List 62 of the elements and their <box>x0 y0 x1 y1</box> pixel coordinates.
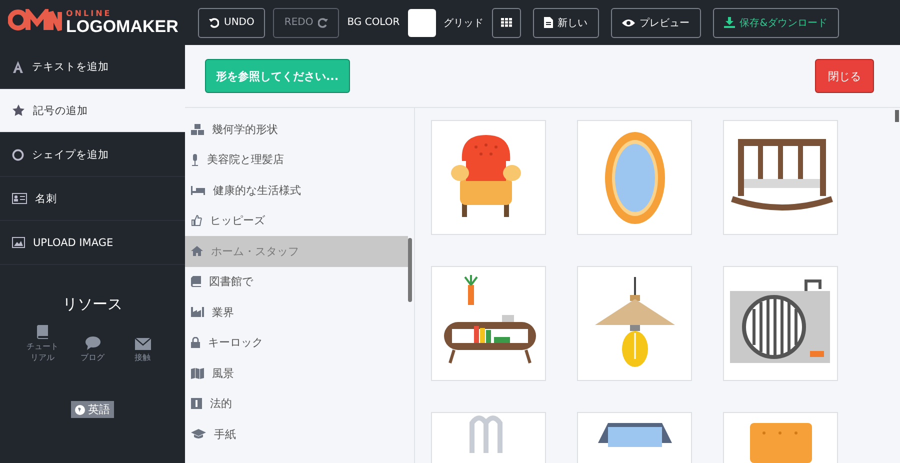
lock-icon <box>191 337 200 348</box>
house-icon <box>191 246 203 256</box>
star-icon <box>12 104 25 117</box>
category-item[interactable]: キーロック <box>185 328 414 358</box>
radiator-drawing <box>470 416 502 456</box>
undo-icon <box>209 18 219 28</box>
category-item[interactable]: 美容院と理髪店 <box>185 144 414 175</box>
download-icon <box>724 17 735 28</box>
grid-icon <box>500 18 512 27</box>
scrollbar-thumb[interactable] <box>895 110 899 122</box>
id-card-icon <box>12 193 27 204</box>
eye-icon <box>622 18 635 26</box>
sidebar-item[interactable]: 記号の追加 <box>0 89 185 133</box>
map-icon <box>191 368 204 379</box>
graduation-cap-icon <box>191 429 206 440</box>
category-item[interactable]: 風景 <box>185 358 414 388</box>
shape-tile[interactable] <box>577 266 692 381</box>
shape-tile[interactable] <box>723 120 838 235</box>
cushion-drawing <box>750 423 812 463</box>
image-icon <box>12 237 25 248</box>
category-item[interactable]: 法的 <box>185 388 414 419</box>
category-item[interactable]: 業界 <box>185 297 414 328</box>
category-item[interactable]: 図書館で <box>185 266 414 297</box>
preview-button[interactable]: プレビュー <box>610 8 701 38</box>
book-icon <box>191 276 201 288</box>
grid-toggle-button[interactable] <box>492 8 521 38</box>
thumbs-up-icon <box>191 215 202 226</box>
shape-tile[interactable] <box>431 266 546 381</box>
color-swatch[interactable] <box>408 8 436 36</box>
speech-bubble-icon <box>84 336 100 350</box>
save-download-button[interactable]: 保存&ダウンロード <box>712 8 839 38</box>
bg-color-label: BG COLOR <box>347 17 400 28</box>
language-button[interactable]: 英語 <box>71 401 114 418</box>
circle-icon <box>12 148 24 160</box>
logo-tagline: ONLINE <box>66 10 113 18</box>
document-icon <box>544 17 553 28</box>
grid-label: グリッド <box>444 16 484 30</box>
shape-tile[interactable] <box>431 120 546 235</box>
scrollbar-thumb[interactable] <box>408 238 412 302</box>
new-button[interactable]: 新しい <box>532 8 599 38</box>
category-item[interactable]: ヒッピーズ <box>185 206 414 236</box>
undo-button[interactable]: UNDO <box>198 8 266 38</box>
logo-wordmark: LOGOMAKER <box>66 18 178 35</box>
category-item[interactable]: 幾何学的形状 <box>185 114 414 144</box>
mail-icon <box>134 338 150 350</box>
shape-tile[interactable] <box>723 266 838 381</box>
factory-icon <box>191 307 204 318</box>
shape-tile[interactable] <box>577 120 692 235</box>
microphone-icon <box>191 154 199 166</box>
book-icon <box>36 324 49 339</box>
bed-icon <box>191 186 205 195</box>
resource-link[interactable]: チュートリアル <box>24 324 60 363</box>
resource-link[interactable]: 接触 <box>124 338 160 363</box>
cubes-icon <box>191 124 204 135</box>
letter-icon <box>12 60 24 72</box>
category-item[interactable]: 健康的な生活様式 <box>185 175 414 206</box>
category-item[interactable]: 手紙 <box>185 419 414 450</box>
close-button[interactable]: 閉じる <box>815 59 874 93</box>
resources-heading: リソース <box>62 295 122 314</box>
resource-link[interactable]: ブログ <box>74 336 110 363</box>
globe-icon <box>75 404 85 414</box>
redo-icon <box>318 18 328 28</box>
